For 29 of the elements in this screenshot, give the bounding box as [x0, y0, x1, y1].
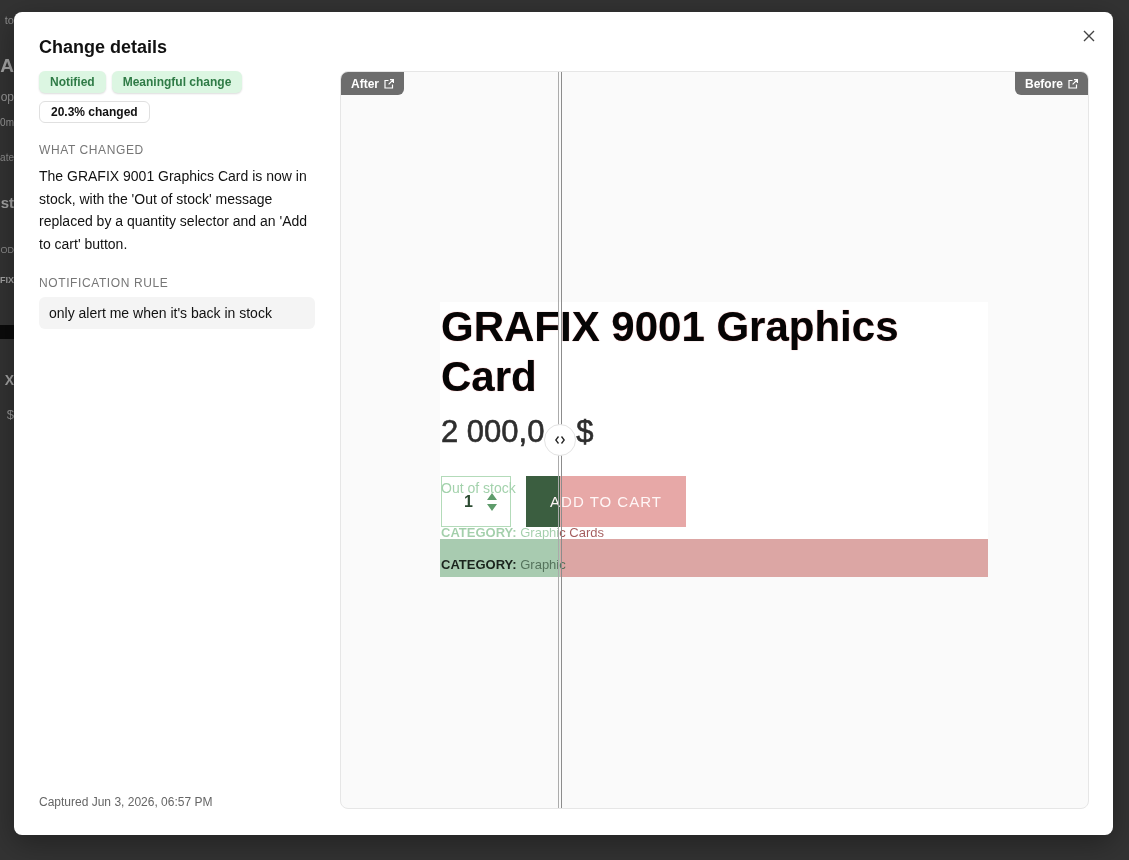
background-text: OD: [0, 245, 14, 256]
section-heading: WHAT CHANGED: [39, 143, 144, 157]
external-link-icon: [1068, 78, 1078, 89]
product-title: GRAFIX 9001 Graphics Card: [440, 302, 900, 402]
background-text: to: [3, 14, 14, 27]
stepper-icon: [486, 492, 497, 511]
external-link-icon: [384, 78, 394, 89]
section-heading: NOTIFICATION RULE: [39, 276, 169, 291]
product-price: $: [576, 413, 594, 451]
background-text: $: [5, 407, 14, 423]
status-badge: Meaningful change: [111, 71, 243, 93]
background-text: A: [0, 54, 14, 77]
status-badge: Notified: [39, 71, 106, 93]
background-text: ate: [0, 152, 14, 164]
capture-timestamp: Captured Jun 3, 2026, 06:57 PM: [39, 795, 213, 809]
chevrons-icon: [555, 436, 566, 444]
background-bar: [0, 325, 14, 339]
background-text: FIX: [0, 275, 14, 286]
close-icon: [1083, 30, 1095, 42]
dialog-title: Change details: [39, 36, 168, 58]
background-text: op: [0, 90, 14, 104]
change-summary: The GRAFIX 9001 Graphics Card is now in stock, with the 'Out of stock' message replaced by a quantity selector and an 'Add to cart' button.: [39, 167, 309, 254]
before-link[interactable]: Before: [1015, 72, 1088, 95]
percentage-badge: 20.3% changed: [39, 101, 150, 123]
after-link[interactable]: After: [341, 72, 404, 95]
background-text: 0m: [0, 117, 14, 129]
product-price: 2 000,0: [440, 413, 545, 451]
background-text: st: [0, 194, 14, 212]
background-text: X: [3, 372, 14, 389]
